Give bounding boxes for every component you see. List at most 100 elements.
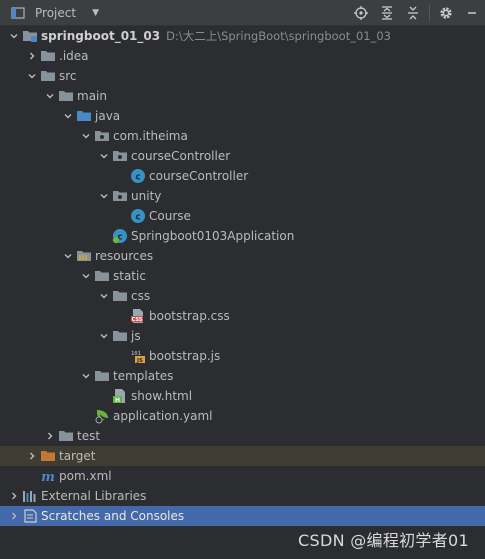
tree-node-css[interactable]: css: [0, 286, 485, 306]
locate-icon[interactable]: [348, 0, 374, 26]
tree-node-label: Springboot0103Application: [131, 229, 295, 243]
module-folder-icon: [22, 28, 38, 44]
project-tree: springboot_01_03 D:\大二上\SpringBoot\spring…: [0, 26, 485, 559]
chevron-down-icon[interactable]: [78, 126, 94, 146]
tree-node-scratches-and-consoles[interactable]: Scratches and Consoles: [0, 506, 485, 526]
tree-node-label: .idea: [59, 49, 89, 63]
folder-icon: [94, 368, 110, 384]
folder-icon: [112, 288, 128, 304]
tree-node-springboot-01-03[interactable]: springboot_01_03 D:\大二上\SpringBoot\spring…: [0, 26, 485, 46]
tree-node-static[interactable]: static: [0, 266, 485, 286]
tree-node-label: js: [131, 329, 141, 343]
tree-node-pom-xml[interactable]: m pom.xml: [0, 466, 485, 486]
chevron-right-icon[interactable]: [24, 46, 40, 66]
folder-icon: [40, 68, 56, 84]
excluded-folder-icon: [40, 448, 56, 464]
tree-node-external-libraries[interactable]: External Libraries: [0, 486, 485, 506]
tree-node-label: Scratches and Consoles: [41, 509, 185, 523]
tree-node-src[interactable]: src: [0, 66, 485, 86]
tree-node-idea[interactable]: .idea: [0, 46, 485, 66]
tree-node-com-itheima[interactable]: com.itheima: [0, 126, 485, 146]
tree-node-label: test: [77, 429, 101, 443]
chevron-down-icon[interactable]: [60, 246, 76, 266]
tree-node-label: pom.xml: [59, 469, 112, 483]
folder-icon: [94, 268, 110, 284]
class-icon: c: [130, 168, 146, 184]
collapse-all-icon[interactable]: [400, 0, 426, 26]
tree-node-label: External Libraries: [41, 489, 147, 503]
svg-text:m: m: [41, 470, 55, 484]
tree-node-label: bootstrap.css: [149, 309, 230, 323]
toolbar-actions: [348, 0, 485, 25]
html-file-icon: H: [112, 388, 128, 404]
tree-node-js[interactable]: js: [0, 326, 485, 346]
tree-node-show-html[interactable]: Hshow.html: [0, 386, 485, 406]
tree-node-application-yaml[interactable]: application.yaml: [0, 406, 485, 426]
tree-node-label: main: [77, 89, 107, 103]
tree-node-java[interactable]: java: [0, 106, 485, 126]
tree-node-label: src: [59, 69, 77, 83]
chevron-right-icon[interactable]: [6, 486, 22, 506]
tree-node-templates[interactable]: templates: [0, 366, 485, 386]
package-icon: [112, 148, 128, 164]
chevron-down-icon[interactable]: [78, 266, 94, 286]
project-view-title: Project: [35, 5, 77, 20]
spring-boot-class-icon: c: [112, 228, 128, 244]
svg-text:JS: JS: [136, 358, 143, 364]
chevron-down-icon[interactable]: [96, 146, 112, 166]
tree-node-springboot0103application[interactable]: c Springboot0103Application: [0, 226, 485, 246]
source-folder-icon: [76, 108, 92, 124]
chevron-down-icon[interactable]: ▼: [92, 8, 99, 18]
tree-node-unity[interactable]: unity: [0, 186, 485, 206]
tree-node-coursecontroller[interactable]: courseController: [0, 146, 485, 166]
chevron-down-icon[interactable]: [78, 366, 94, 386]
tree-node-main[interactable]: main: [0, 86, 485, 106]
package-icon: [112, 188, 128, 204]
tree-node-coursecontroller[interactable]: c courseController: [0, 166, 485, 186]
tree-node-label: show.html: [131, 389, 193, 403]
chevron-down-icon[interactable]: [96, 326, 112, 346]
tree-node-bootstrap-js[interactable]: 101 JS bootstrap.js: [0, 346, 485, 366]
chevron-down-icon[interactable]: [96, 286, 112, 306]
tree-node-label: com.itheima: [113, 129, 188, 143]
svg-text:H: H: [115, 397, 120, 404]
chevron-right-icon[interactable]: [6, 506, 22, 526]
tree-node-target[interactable]: target: [0, 446, 485, 466]
scratches-icon: [22, 508, 38, 524]
tree-node-label: java: [95, 109, 121, 123]
watermark: CSDN @编程初学者01: [298, 531, 469, 550]
minimize-icon[interactable]: [459, 0, 485, 26]
chevron-right-icon[interactable]: [42, 426, 58, 446]
tree-node-label: springboot_01_03: [41, 29, 161, 43]
tree-node-course[interactable]: c Course: [0, 206, 485, 226]
chevron-down-icon[interactable]: [6, 26, 22, 46]
folder-icon: [58, 88, 74, 104]
folder-icon: [58, 428, 74, 444]
project-view-selector[interactable]: Project ▼: [10, 5, 99, 21]
css-file-icon: CSS: [130, 308, 146, 324]
folder-icon: [40, 48, 56, 64]
project-window-icon: [10, 5, 26, 21]
tree-node-resources[interactable]: resources: [0, 246, 485, 266]
module-path: D:\大二上\SpringBoot\springboot_01_03: [166, 29, 391, 43]
gear-icon[interactable]: [433, 0, 459, 26]
yaml-spring-icon: [94, 408, 110, 424]
chevron-right-icon[interactable]: [24, 446, 40, 466]
chevron-down-icon[interactable]: [60, 106, 76, 126]
chevron-down-icon[interactable]: [96, 186, 112, 206]
chevron-down-icon[interactable]: [42, 86, 58, 106]
tree-node-label: bootstrap.js: [149, 349, 221, 363]
tree-node-bootstrap-css[interactable]: CSS bootstrap.css: [0, 306, 485, 326]
expand-all-icon[interactable]: [374, 0, 400, 26]
tree-node-label: static: [113, 269, 146, 283]
tree-node-label: target: [59, 449, 96, 463]
chevron-down-icon[interactable]: [24, 66, 40, 86]
project-toolbar: Project ▼: [0, 0, 485, 26]
tree-node-label: css: [131, 289, 151, 303]
tree-node-label: resources: [95, 249, 154, 263]
tree-node-label: unity: [131, 189, 162, 203]
svg-text:CSS: CSS: [132, 317, 143, 323]
tree-node-test[interactable]: test: [0, 426, 485, 446]
tree-node-label: templates: [113, 369, 174, 383]
libraries-icon: [22, 488, 38, 504]
